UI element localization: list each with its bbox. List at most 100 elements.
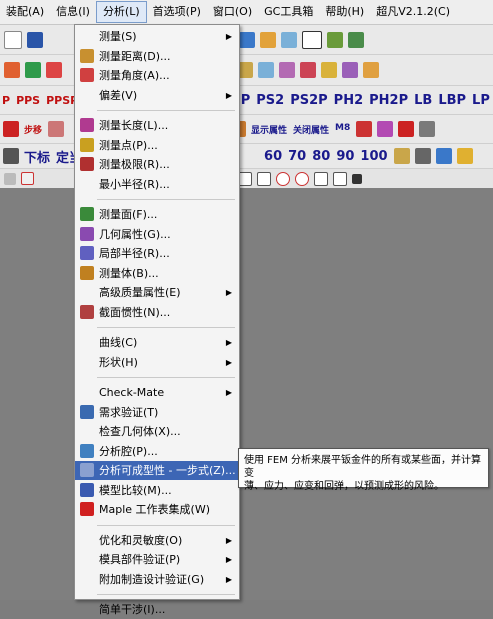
menu-item-17[interactable]: 曲线(C) ▶ (75, 333, 239, 352)
number-button-1[interactable]: 70 (288, 149, 306, 164)
step-button-0[interactable]: 步移 (24, 123, 42, 136)
menu-item-12[interactable]: 局部半径(R)... (75, 244, 239, 263)
menu-item-20[interactable]: Check-Mate ▶ (75, 383, 239, 402)
puzzle-icon[interactable] (419, 121, 436, 137)
axis-icon[interactable] (327, 31, 343, 48)
menu-item-label: Maple 工作表集成(W) (99, 503, 210, 516)
number-button-3[interactable]: 90 (336, 149, 354, 164)
circle-snap-icon[interactable] (276, 171, 290, 186)
datum-icon[interactable] (46, 62, 62, 78)
menu-item-3[interactable]: 偏差(V) ▶ (75, 86, 239, 105)
menu-item-label: 局部半径(R)... (99, 247, 170, 260)
profile-button-7[interactable]: LP (472, 93, 490, 108)
menu-item-21[interactable]: 需求验证(T) (75, 403, 239, 422)
color-cube-icon[interactable] (456, 148, 473, 164)
a-icon[interactable] (377, 121, 394, 137)
submenu-arrow-icon: ▶ (225, 388, 232, 397)
menubar-item-4[interactable]: 窗口(O) (207, 1, 258, 23)
menubar-item-2[interactable]: 分析(L) (95, 1, 147, 23)
profile-button-1[interactable]: PS2 (256, 93, 284, 108)
menubar-item-3[interactable]: 首选项(P) (147, 1, 207, 23)
solid-icon[interactable] (342, 62, 358, 78)
center-snap-icon[interactable] (295, 171, 309, 186)
menu-item-10[interactable]: 测量面(F)... (75, 205, 239, 224)
profile-button-6[interactable]: LBP (438, 93, 466, 108)
arrow-icon[interactable] (348, 31, 364, 48)
menu-item-6[interactable]: 测量点(P)... (75, 136, 239, 155)
attribute-button-0[interactable]: 显示属性 (251, 123, 287, 136)
menu-item-22[interactable]: 检查几何体(X)... (75, 422, 239, 441)
attribute-button-1[interactable]: 关闭属性 (293, 123, 329, 136)
star-icon[interactable] (4, 62, 20, 78)
menubar-item-0[interactable]: 装配(A) (0, 1, 50, 23)
menu-item-28[interactable]: 优化和灵敏度(O) ▶ (75, 531, 239, 550)
analysis-menu: 测量(S) ▶ 测量距离(D)... 测量角度(A)... 偏差(V) ▶ 测量长度(L).… (74, 24, 240, 616)
menu-item-5[interactable]: 测量长度(L)... (75, 116, 239, 135)
menu-item-0[interactable]: 测量(S) ▶ (75, 27, 239, 46)
profile-button-5[interactable]: LB (414, 93, 432, 108)
ruler-icon[interactable] (393, 148, 410, 164)
shaded-icon[interactable] (363, 62, 379, 78)
menu-item-26[interactable]: Maple 工作表集成(W) (75, 500, 239, 519)
profile-button-4[interactable]: PH2P (369, 93, 408, 108)
menubar-item-1[interactable]: 信息(I) (50, 1, 96, 23)
frame-icon[interactable] (356, 121, 373, 137)
hex-icon[interactable] (279, 62, 295, 78)
menu-item-7[interactable]: 测量极限(R)... (75, 155, 239, 174)
blue-cube-icon[interactable] (435, 148, 452, 164)
number-button-4[interactable]: 100 (360, 149, 387, 164)
grid-snap-icon[interactable] (352, 173, 362, 184)
grid-icon[interactable] (48, 121, 65, 137)
menu-item-25[interactable]: 模型比较(M)... (75, 481, 239, 500)
compass-icon[interactable] (414, 148, 431, 164)
n-icon[interactable] (398, 121, 415, 137)
wave-snap-icon[interactable] (238, 171, 252, 186)
menu-item-label: 模型比较(M)... (99, 483, 172, 497)
snap-plus-icon[interactable] (21, 172, 34, 185)
profile-button-left-0[interactable]: P (2, 94, 10, 107)
menu-item-15[interactable]: 截面惯性(N)... (75, 303, 239, 322)
point-tool-icon[interactable] (25, 62, 41, 78)
attribute-button-2[interactable]: M8 (335, 123, 350, 136)
submenu-arrow-icon: ▶ (225, 288, 232, 297)
orient-icon[interactable] (300, 62, 316, 78)
subscript-button-0[interactable]: 下标 (24, 147, 50, 166)
layer-icon[interactable] (3, 148, 19, 164)
menu-item-8[interactable]: 最小半径(R)... (75, 175, 239, 194)
menu-item-11[interactable]: 几何属性(G)... (75, 225, 239, 244)
snap-arrow-icon[interactable] (4, 172, 16, 185)
menu-item-label: 测量极限(R)... (99, 158, 170, 171)
line-snap-icon[interactable] (333, 171, 347, 186)
menu-item-29[interactable]: 模具部件验证(P) ▶ (75, 550, 239, 569)
menu-item-14[interactable]: 高级质量属性(E) ▶ (75, 283, 239, 302)
h-icon[interactable] (3, 121, 19, 137)
cube-icon[interactable] (239, 31, 255, 48)
menu-item-23[interactable]: 分析腔(P)... (75, 442, 239, 461)
folder-icon[interactable] (260, 31, 276, 48)
menu-item-32[interactable]: 简单干涉(I)... (75, 600, 239, 619)
color-box-icon[interactable] (302, 30, 322, 49)
length-icon (80, 118, 94, 132)
wire-icon[interactable] (321, 62, 337, 78)
menu-item-1[interactable]: 测量距离(D)... (75, 47, 239, 66)
menu-item-2[interactable]: 测量角度(A)... (75, 66, 239, 85)
formability-icon (80, 463, 94, 477)
number-button-0[interactable]: 60 (264, 149, 282, 164)
number-button-2[interactable]: 80 (312, 149, 330, 164)
profile-button-3[interactable]: PH2 (334, 93, 363, 108)
menu-item-24[interactable]: 分析可成型性 - 一步式(Z)... (75, 461, 239, 480)
menu-item-13[interactable]: 测量体(B)... (75, 264, 239, 283)
surface-icon[interactable] (258, 62, 274, 78)
menu-item-30[interactable]: 附加制造设计验证(G) ▶ (75, 570, 239, 589)
profile-button-2[interactable]: PS2P (290, 93, 327, 108)
info-icon[interactable] (27, 31, 43, 48)
menubar-item-5[interactable]: GC工具箱 (258, 1, 319, 23)
menu-item-18[interactable]: 形状(H) ▶ (75, 353, 239, 372)
box-view-icon[interactable] (281, 31, 297, 48)
profile-button-left-1[interactable]: PPS (16, 94, 40, 107)
menubar-item-6[interactable]: 帮助(H) (319, 1, 370, 23)
menubar-item-7[interactable]: 超凡V2.1.2(C) (370, 1, 456, 23)
document-icon[interactable] (4, 30, 22, 49)
cross-snap-icon[interactable] (314, 171, 328, 186)
tangent-snap-icon[interactable] (257, 171, 271, 186)
